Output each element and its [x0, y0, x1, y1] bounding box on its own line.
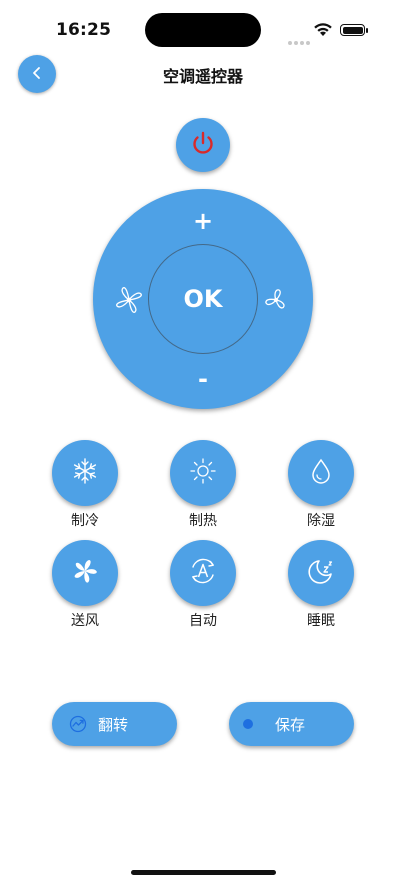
mode-dry-button[interactable]: [288, 440, 354, 506]
mode-heat-label: 制热: [189, 513, 217, 529]
water-drop-icon: [306, 456, 336, 490]
mode-sleep-button[interactable]: [288, 540, 354, 606]
fan-speed-left-button[interactable]: [113, 284, 145, 316]
mode-sleep-label: 睡眠: [307, 613, 335, 629]
save-button-label: 保存: [275, 715, 306, 734]
auto-icon: [187, 555, 219, 591]
sun-icon: [188, 456, 218, 490]
decrease-button[interactable]: -: [186, 364, 220, 394]
wifi-icon: [313, 22, 333, 41]
flip-button-label: 翻转: [98, 715, 129, 734]
mode-cool-label: 制冷: [71, 513, 99, 529]
home-indicator: [131, 870, 276, 875]
battery-cap: [366, 28, 368, 33]
ok-button[interactable]: OK: [148, 244, 258, 354]
mode-dry-label: 除湿: [307, 513, 335, 529]
mode-auto-button[interactable]: [170, 540, 236, 606]
flip-icon: [68, 714, 88, 734]
increase-button[interactable]: +: [186, 206, 220, 236]
flip-button[interactable]: 翻转: [52, 702, 177, 746]
mode-fan-button[interactable]: [52, 540, 118, 606]
status-time: 16:25: [56, 20, 112, 40]
snowflake-icon: [70, 456, 100, 490]
dynamic-island: [145, 13, 261, 47]
fan-icon: [262, 289, 290, 318]
page-title: 空调遥控器: [162, 67, 243, 86]
status-dot-icon: [243, 719, 253, 729]
pinwheel-icon: [71, 557, 99, 589]
signal-dots-icon: [288, 30, 312, 49]
mode-auto-label: 自动: [189, 613, 217, 629]
fan-speed-right-button[interactable]: [262, 286, 290, 314]
mode-heat-button[interactable]: [170, 440, 236, 506]
power-button[interactable]: [176, 118, 230, 172]
moon-icon: [305, 555, 337, 591]
fan-icon: [113, 287, 145, 320]
mode-fan-label: 送风: [71, 613, 99, 629]
power-icon: [189, 129, 217, 161]
save-button[interactable]: 保存: [229, 702, 354, 746]
battery-icon: [340, 24, 365, 36]
mode-cool-button[interactable]: [52, 440, 118, 506]
